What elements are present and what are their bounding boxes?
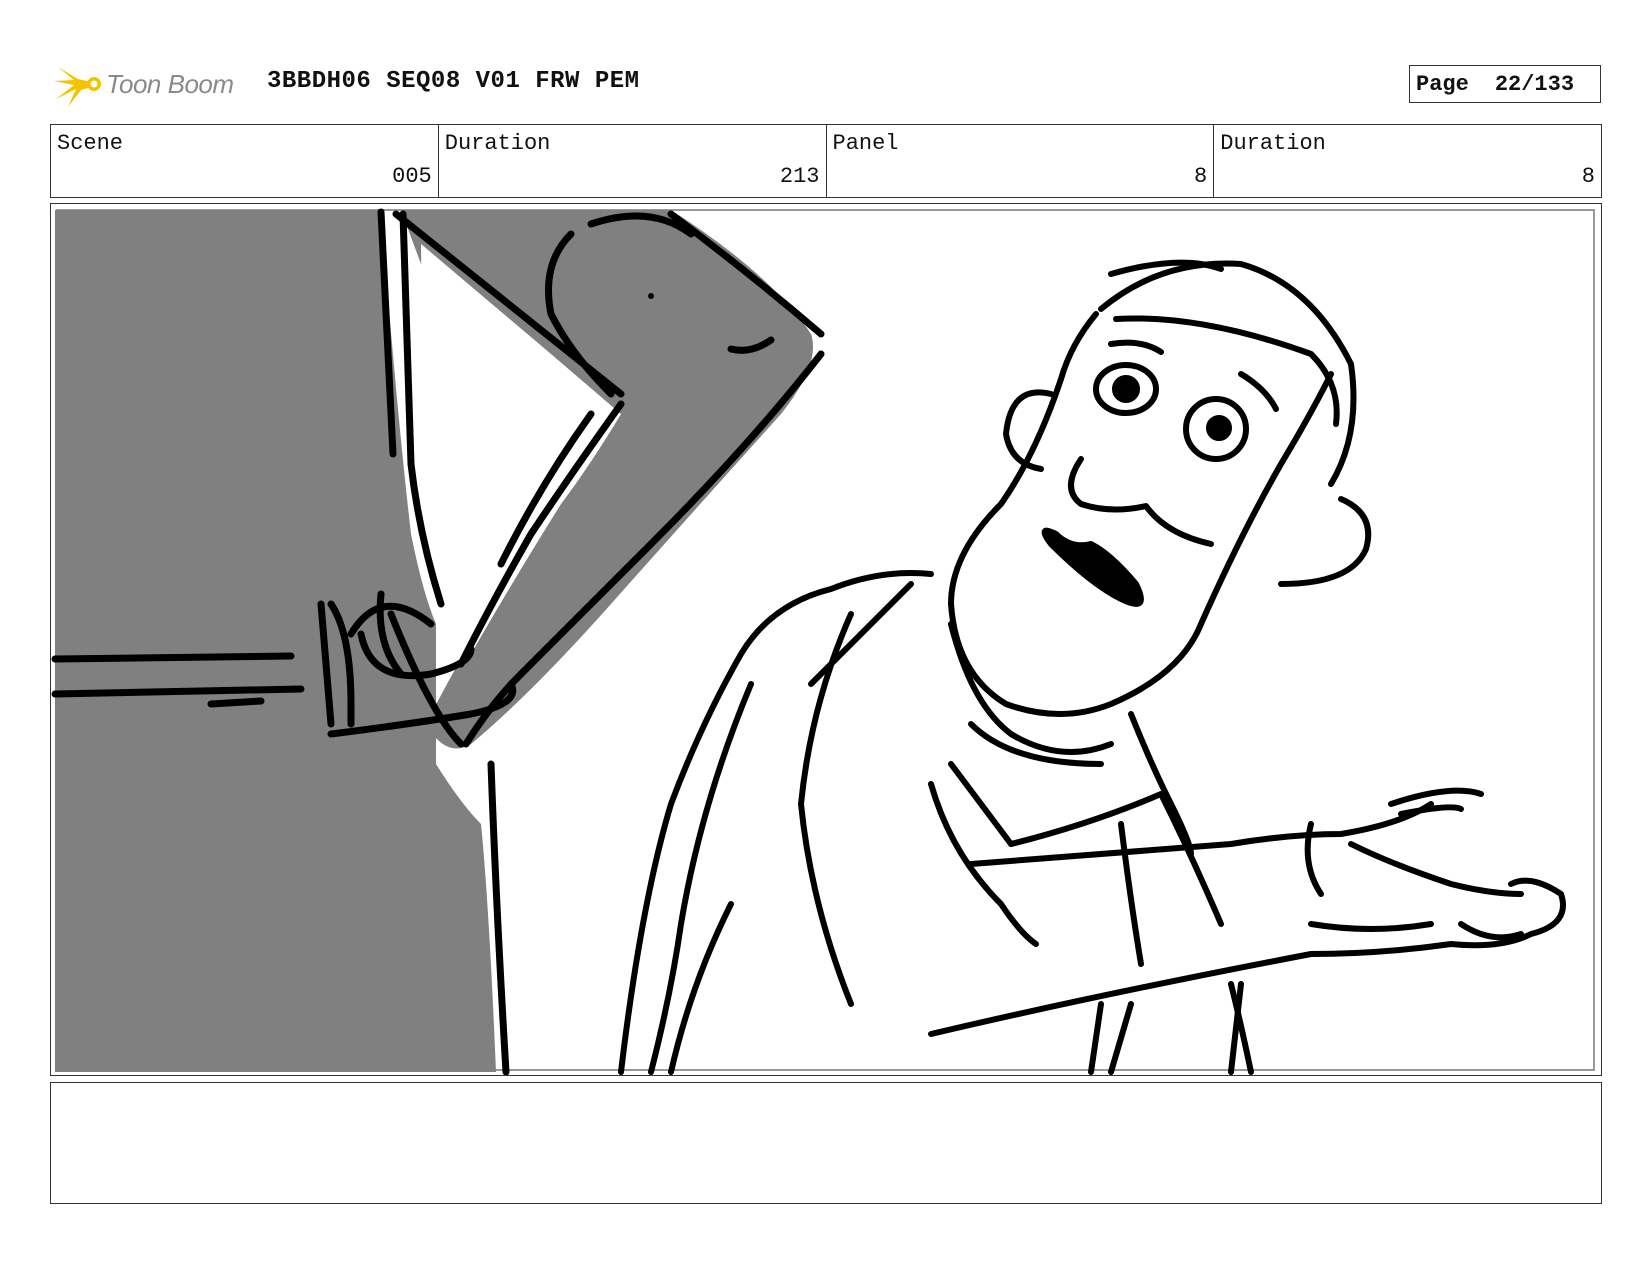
logo-text: Toon Boom — [106, 68, 234, 99]
page-number: 22/133 — [1494, 71, 1575, 97]
panel-cell: Panel 8 — [827, 125, 1215, 197]
panel-duration-label: Duration — [1220, 131, 1326, 156]
document-title: 3BBDH06 SEQ08 V01 FRW PEM — [267, 68, 640, 95]
scene-duration-cell: Duration 213 — [439, 125, 827, 197]
page-indicator: Page 22/133 — [1409, 65, 1601, 103]
panel-notes-box[interactable] — [50, 1082, 1602, 1204]
page-label: Page — [1416, 71, 1469, 97]
storyboard-panel — [50, 203, 1602, 1076]
scene-label: Scene — [57, 131, 124, 156]
foreground-character — [51, 208, 825, 1075]
scene-value: 005 — [392, 164, 432, 189]
panel-label: Panel — [832, 131, 899, 156]
panel-value: 8 — [1194, 164, 1208, 189]
panel-duration-value: 8 — [1581, 164, 1595, 189]
info-row: Scene 005 Duration 213 Panel 8 Duration … — [50, 124, 1602, 198]
panel-duration-cell: Duration 8 — [1214, 125, 1601, 197]
scene-cell: Scene 005 — [51, 125, 439, 197]
toon-boom-logo: Toon Boom — [54, 56, 254, 112]
scene-duration-value: 213 — [779, 164, 820, 189]
scene-duration-label: Duration — [444, 131, 551, 156]
panel-sketch — [51, 208, 1595, 1075]
toon-boom-burst-icon — [54, 67, 101, 107]
